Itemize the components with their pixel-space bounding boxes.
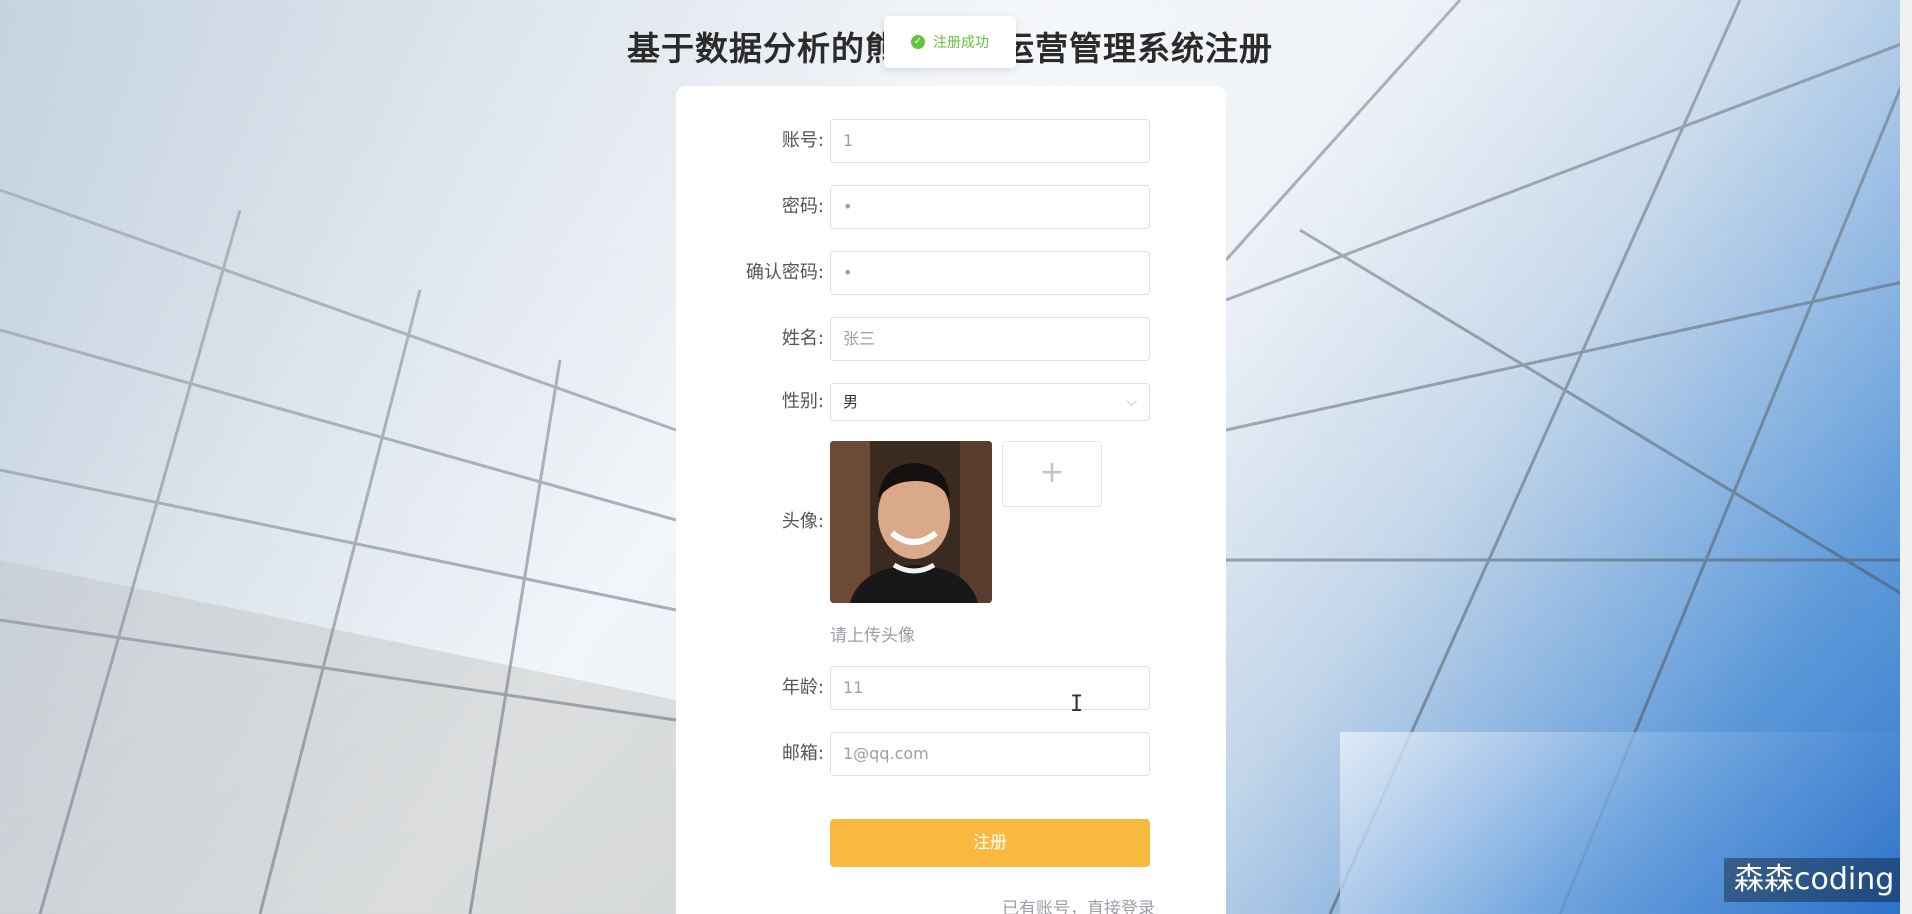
register-button[interactable]: 注册 — [830, 819, 1150, 867]
account-label: 账号: — [781, 130, 824, 151]
chevron-down-icon: ⌵ — [1126, 394, 1137, 410]
account-row: 账号: 1 — [676, 119, 1226, 163]
upload-avatar-button[interactable]: + — [1002, 441, 1102, 507]
name-input[interactable]: 张三 — [830, 317, 1150, 361]
avatar-hint: 请上传头像 — [830, 626, 915, 646]
confirm-password-row: 确认密码: • — [676, 251, 1226, 295]
gender-label: 性别: — [781, 391, 824, 412]
age-row: 年龄: 11 — [676, 666, 1226, 710]
login-link-row: 已有账号，直接登录 — [676, 894, 1226, 914]
age-label: 年龄: — [781, 677, 824, 698]
avatar-image — [830, 441, 992, 603]
confirm-password-input[interactable]: • — [830, 251, 1150, 295]
avatar-row: 头像: + — [676, 441, 1226, 603]
avatar-label: 头像: — [781, 511, 824, 532]
check-circle-icon: ✓ — [911, 35, 925, 49]
plus-icon: + — [1039, 455, 1065, 490]
name-row: 姓名: 张三 — [676, 317, 1226, 361]
avatar-hint-row: 请上传头像 — [676, 621, 1226, 646]
confirm-password-label: 确认密码: — [745, 262, 824, 283]
register-form-card: 账号: 1 密码: • 确认密码: • 姓名: 张三 性别: 男 ⌵ 头像: +… — [676, 86, 1226, 914]
success-toast: ✓ 注册成功 — [884, 16, 1016, 68]
password-row: 密码: • — [676, 185, 1226, 229]
gender-row: 性别: 男 ⌵ — [676, 383, 1226, 427]
scrollbar[interactable] — [1900, 0, 1912, 914]
email-row: 邮箱: 1@qq.com — [676, 732, 1226, 776]
age-input[interactable]: 11 — [830, 666, 1150, 710]
gender-selected-value: 男 — [843, 393, 859, 411]
email-input[interactable]: 1@qq.com — [830, 732, 1150, 776]
name-label: 姓名: — [781, 328, 824, 349]
login-link[interactable]: 已有账号，直接登录 — [1002, 894, 1155, 914]
password-label: 密码: — [781, 196, 824, 217]
gender-select[interactable]: 男 ⌵ — [830, 383, 1150, 421]
password-input[interactable]: • — [830, 185, 1150, 229]
toast-text: 注册成功 — [933, 35, 989, 51]
submit-row: 注册 — [676, 819, 1226, 867]
watermark: 森森coding — [1724, 858, 1905, 902]
account-input[interactable]: 1 — [830, 119, 1150, 163]
email-label: 邮箱: — [781, 743, 824, 764]
text-cursor-icon: I — [1070, 692, 1084, 717]
